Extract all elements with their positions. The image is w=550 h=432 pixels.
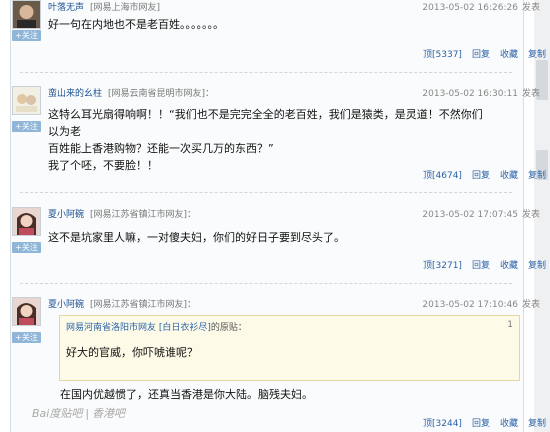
username[interactable]: 夏小阿碗 [网易江苏省镇江市网友]： (48, 207, 196, 220)
follow-button[interactable]: +关注 (12, 242, 41, 253)
user-source: [网易云南省昆明市网友]： (108, 89, 215, 99)
divider (20, 192, 512, 193)
username-text[interactable]: 叶落无声 (48, 3, 84, 13)
post-actions: 顶[3244] 回复 收藏 复制 (413, 416, 546, 429)
divider (20, 283, 512, 284)
username-text[interactable]: 夏小阿碗 (48, 300, 84, 310)
quote-author[interactable]: 网易河南省洛阳市网友 [白日衣衫尽] (66, 323, 211, 333)
collect-button[interactable]: 收藏 (500, 419, 518, 429)
content-line: 这特么耳光扇得响啊！！“我们也不是完完全全的老百姓，我们是猿类，是灵道！不然你们… (48, 108, 483, 138)
post-content: 好一句在内地也不是老百姓。。。。。。。 (48, 16, 488, 33)
post-time: 2013-05-02 16:26:26 发表 (422, 0, 540, 13)
watermark-separator: | (85, 407, 90, 420)
quote-suffix: 的原贴： (210, 323, 247, 333)
quoted-post: 网易河南省洛阳市网友 [白日衣衫尽]的原贴： 1 好大的官威，你吓唬谁呢？ (59, 315, 520, 381)
copy-button[interactable]: 复制 (528, 261, 546, 271)
quote-floor-number: 1 (507, 320, 513, 330)
post-content: 这不是坑家里人嘛，一对傻夫妇，你们的好日子要到尽头了。 (48, 229, 488, 246)
quote-text: 好大的官威，你吓唬谁呢？ (66, 346, 198, 359)
reply-button[interactable]: 回复 (472, 261, 490, 271)
publish-label: 发表 (521, 210, 540, 220)
publish-label: 发表 (521, 300, 540, 310)
reply-button[interactable]: 回复 (472, 171, 490, 181)
copy-button[interactable]: 复制 (528, 419, 546, 429)
user-source: [网易江苏省镇江市网友]： (90, 300, 197, 310)
collect-button[interactable]: 收藏 (500, 50, 518, 60)
upvote-button[interactable]: 顶[3271] (423, 261, 462, 271)
post-time: 2013-05-02 17:07:45 发表 (422, 207, 540, 220)
username[interactable]: 蛮山来的幺柱 [网易云南省昆明市网友]： (48, 86, 214, 99)
post-actions: 顶[3271] 回复 收藏 复制 (413, 258, 546, 271)
collect-button[interactable]: 收藏 (500, 171, 518, 181)
avatar[interactable] (12, 86, 41, 115)
quote-header: 网易河南省洛阳市网友 [白日衣衫尽]的原贴： (66, 320, 247, 333)
post-time-text: 2013-05-02 16:30:11 (422, 89, 518, 99)
collect-button[interactable]: 收藏 (500, 261, 518, 271)
content-line: 这不是坑家里人嘛，一对傻夫妇，你们的好日子要到尽头了。 (48, 231, 345, 244)
avatar[interactable] (12, 0, 41, 29)
post-actions: 顶[4674] 回复 收藏 复制 (413, 168, 546, 181)
post-time: 2013-05-02 17:10:46 发表 (422, 297, 540, 310)
publish-label: 发表 (521, 3, 540, 13)
content-line: 好一句在内地也不是老百姓。。。。。。。 (48, 18, 224, 31)
user-source: [网易上海市网友] (90, 3, 161, 13)
post-time: 2013-05-02 16:30:11 发表 (422, 86, 540, 99)
user-source: [网易江苏省镇江市网友]： (90, 210, 197, 220)
baidu-tieba-watermark: Bai度贴吧 | 香港吧 (32, 405, 125, 421)
upvote-button[interactable]: 顶[5337] (423, 50, 462, 60)
watermark-brand: Bai度贴吧 (32, 407, 83, 420)
username[interactable]: 夏小阿碗 [网易江苏省镇江市网友]： (48, 297, 196, 310)
post-content: 在国内优越惯了，还真当香港是你大陆。脑残夫妇。 (60, 386, 500, 403)
avatar[interactable] (12, 207, 41, 236)
watermark-bar-name: 香港吧 (92, 407, 126, 420)
content-line: 在国内优越惯了，还真当香港是你大陆。脑残夫妇。 (60, 388, 313, 401)
follow-button[interactable]: +关注 (12, 121, 41, 132)
post-content: 这特么耳光扇得响啊！！“我们也不是完完全全的老百姓，我们是猿类，是灵道！不然你们… (48, 106, 488, 174)
post-time-text: 2013-05-02 17:10:46 (422, 300, 518, 310)
follow-button[interactable]: +关注 (12, 332, 41, 343)
content-line: 百姓能上香港购物？还能一次买几万的东西？” (48, 142, 274, 155)
post-time-text: 2013-05-02 16:26:26 (422, 3, 518, 13)
publish-label: 发表 (521, 89, 540, 99)
copy-button[interactable]: 复制 (528, 50, 546, 60)
username-text[interactable]: 夏小阿碗 (48, 210, 84, 220)
follow-button[interactable]: +关注 (12, 30, 41, 41)
divider (20, 72, 512, 73)
upvote-button[interactable]: 顶[4674] (423, 171, 462, 181)
reply-button[interactable]: 回复 (472, 50, 490, 60)
post-time-text: 2013-05-02 17:07:45 (422, 210, 518, 220)
avatar[interactable] (12, 297, 41, 326)
reply-button[interactable]: 回复 (472, 419, 490, 429)
copy-button[interactable]: 复制 (528, 171, 546, 181)
upvote-button[interactable]: 顶[3244] (423, 419, 462, 429)
post-actions: 顶[5337] 回复 收藏 复制 (413, 47, 546, 60)
username-text[interactable]: 蛮山来的幺柱 (48, 89, 102, 99)
username[interactable]: 叶落无声 [网易上海市网友] (48, 0, 160, 13)
